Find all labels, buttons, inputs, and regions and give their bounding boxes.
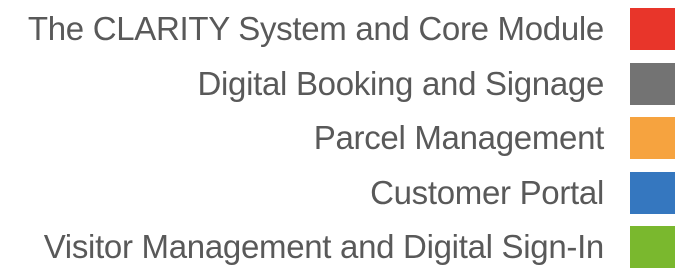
- module-legend: The CLARITY System and Core Module Digit…: [0, 0, 676, 268]
- legend-label: Visitor Management and Digital Sign-In: [43, 228, 605, 265]
- color-swatch: [630, 226, 675, 268]
- legend-label: Customer Portal: [370, 174, 604, 211]
- color-swatch: [630, 117, 675, 159]
- color-swatch: [630, 8, 675, 50]
- color-swatch: [630, 172, 675, 214]
- legend-label: The CLARITY System and Core Module: [27, 10, 604, 47]
- legend-item-core-module: The CLARITY System and Core Module: [0, 5, 676, 53]
- legend-item-customer-portal: Customer Portal: [0, 169, 676, 217]
- color-swatch: [630, 63, 675, 105]
- legend-label: Parcel Management: [313, 119, 605, 156]
- legend-item-parcel-management: Parcel Management: [0, 114, 676, 162]
- legend-item-visitor-management: Visitor Management and Digital Sign-In: [0, 223, 676, 271]
- legend-label: Digital Booking and Signage: [197, 65, 604, 102]
- legend-item-digital-booking: Digital Booking and Signage: [0, 60, 676, 108]
